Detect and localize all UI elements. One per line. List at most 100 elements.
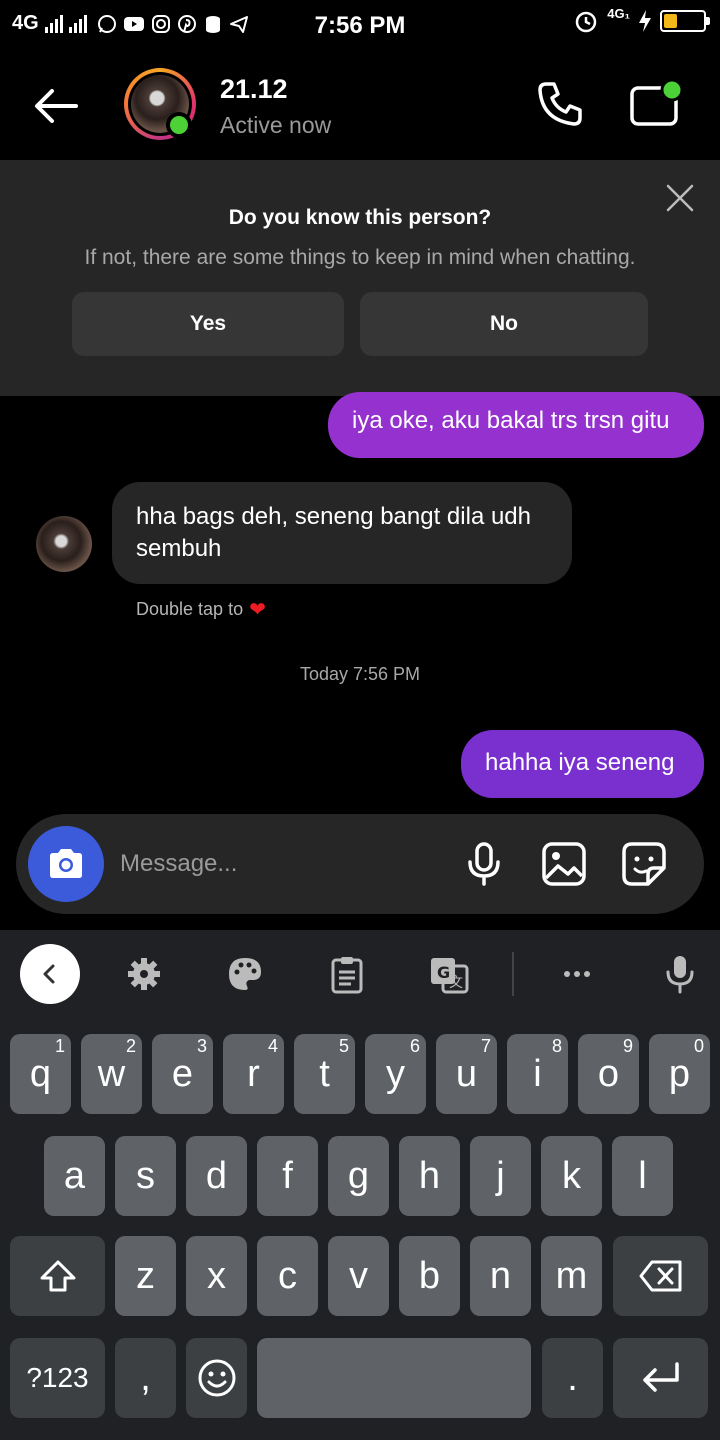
- shift-key[interactable]: [10, 1236, 105, 1316]
- key-l[interactable]: l: [612, 1136, 673, 1216]
- phone-icon[interactable]: [534, 78, 586, 130]
- key-r[interactable]: r4: [223, 1034, 284, 1114]
- double-tap-label: Double tap to: [136, 599, 244, 619]
- key-u[interactable]: u7: [436, 1034, 497, 1114]
- key-label: z: [136, 1254, 155, 1297]
- key-label: w: [97, 1052, 126, 1095]
- no-button[interactable]: No: [360, 292, 648, 356]
- sent-message-bubble[interactable]: iya oke, aku bakal trs trsn gitu: [328, 392, 704, 458]
- key-i[interactable]: i8: [507, 1034, 568, 1114]
- key-x[interactable]: x: [186, 1236, 247, 1316]
- key-label: n: [489, 1254, 512, 1297]
- key-label: f: [282, 1154, 293, 1197]
- settings-gear-icon[interactable]: [124, 954, 164, 994]
- key-label: k: [562, 1154, 581, 1197]
- key-o[interactable]: o9: [578, 1034, 639, 1114]
- key-label: c: [278, 1254, 297, 1297]
- comma-key[interactable]: ,: [115, 1338, 176, 1418]
- emoji-key[interactable]: [186, 1338, 247, 1418]
- shift-icon: [40, 1260, 75, 1292]
- backspace-icon: [639, 1260, 681, 1292]
- key-label: s: [136, 1154, 155, 1197]
- alarm-icon: [576, 11, 597, 33]
- key-label: v: [349, 1254, 368, 1297]
- key-f[interactable]: f: [257, 1136, 318, 1216]
- key-j[interactable]: j: [470, 1136, 531, 1216]
- online-indicator: [166, 112, 192, 138]
- key-label: ?123: [26, 1362, 89, 1393]
- message-composer: Message...: [16, 814, 704, 914]
- key-m[interactable]: m: [541, 1236, 602, 1316]
- voice-input-icon[interactable]: [660, 954, 700, 994]
- heart-icon: ❤: [249, 599, 266, 621]
- battery-icon: [660, 10, 710, 32]
- back-arrow-icon[interactable]: [30, 80, 82, 132]
- svg-text:文: 文: [449, 975, 463, 991]
- keyboard: G文 q 1 w 2 e 3 r 4 t 5 y 6 u 7 i 8 o 9 p 0 a s d f g h j k l z x c v b n m?…: [0, 930, 720, 1440]
- period-key[interactable]: .: [542, 1338, 603, 1418]
- key-n[interactable]: n: [470, 1236, 531, 1316]
- key-label: x: [207, 1254, 226, 1297]
- key-y[interactable]: y6: [365, 1034, 426, 1114]
- key-d[interactable]: d: [186, 1136, 247, 1216]
- video-call-icon[interactable]: [628, 78, 688, 130]
- banner-title: Do you know this person?: [228, 206, 492, 229]
- theme-palette-icon[interactable]: [225, 954, 265, 994]
- message-input[interactable]: Message...: [120, 840, 440, 888]
- sticker-icon[interactable]: [620, 840, 668, 888]
- key-label: l: [638, 1154, 647, 1197]
- camera-button[interactable]: [28, 826, 104, 902]
- chat-header: 21.12 Active now: [0, 52, 720, 160]
- contact-name[interactable]: 21.12: [220, 74, 288, 105]
- gallery-icon[interactable]: [540, 840, 588, 888]
- key-k[interactable]: k: [541, 1136, 602, 1216]
- key-p[interactable]: p0: [649, 1034, 710, 1114]
- key-number-hint: 9: [622, 1036, 633, 1056]
- backspace-key[interactable]: [613, 1236, 708, 1316]
- sent-message-bubble[interactable]: hahha iya seneng: [461, 730, 704, 798]
- message-timestamp: Today 7:56 PM: [299, 664, 421, 684]
- toolbar-back-button[interactable]: [20, 944, 80, 1004]
- key-label: y: [386, 1052, 405, 1095]
- key-label: .: [567, 1356, 578, 1399]
- key-s[interactable]: s: [115, 1136, 176, 1216]
- key-z[interactable]: z: [115, 1236, 176, 1316]
- network-indicator: 4G₁: [607, 5, 630, 21]
- double-tap-hint: Double tap to ❤: [136, 597, 266, 622]
- sender-avatar[interactable]: [36, 516, 92, 572]
- key-label: d: [205, 1154, 228, 1197]
- banner-text: If not, there are some things to keep in…: [84, 246, 636, 269]
- clipboard-icon[interactable]: [327, 954, 367, 994]
- received-message-bubble[interactable]: hha bags deh, seneng bangt dila udh semb…: [112, 482, 572, 584]
- key-number-hint: 7: [480, 1036, 491, 1056]
- key-number-hint: 3: [196, 1036, 207, 1056]
- key-b[interactable]: b: [399, 1236, 460, 1316]
- stranger-warning-banner: Do you know this person? If not, there a…: [0, 160, 720, 396]
- space-key[interactable]: [257, 1338, 531, 1418]
- chevron-left-icon: [43, 964, 55, 984]
- key-c[interactable]: c: [257, 1236, 318, 1316]
- status-bar: 4G 7:56 PM 4G₁: [0, 0, 720, 52]
- key-label: p: [668, 1052, 691, 1095]
- microphone-icon[interactable]: [460, 840, 508, 888]
- emoji-icon: [198, 1359, 235, 1397]
- key-q[interactable]: q1: [10, 1034, 71, 1114]
- key-g[interactable]: g: [328, 1136, 389, 1216]
- key-label: t: [319, 1052, 330, 1095]
- translate-icon[interactable]: G文: [429, 954, 469, 994]
- enter-icon: [642, 1362, 679, 1392]
- key-label: b: [418, 1254, 441, 1297]
- more-options-icon[interactable]: [557, 954, 597, 994]
- key-label: e: [171, 1052, 194, 1095]
- yes-button[interactable]: Yes: [72, 292, 344, 356]
- key-e[interactable]: e3: [152, 1034, 213, 1114]
- keyboard-toolbar: G文: [0, 930, 720, 1020]
- key-h[interactable]: h: [399, 1136, 460, 1216]
- key-v[interactable]: v: [328, 1236, 389, 1316]
- key-a[interactable]: a: [44, 1136, 105, 1216]
- key-t[interactable]: t5: [294, 1034, 355, 1114]
- key-w[interactable]: w2: [81, 1034, 142, 1114]
- camera-icon: [50, 849, 82, 878]
- symbols-key[interactable]: ?123: [10, 1338, 105, 1418]
- enter-key[interactable]: [613, 1338, 708, 1418]
